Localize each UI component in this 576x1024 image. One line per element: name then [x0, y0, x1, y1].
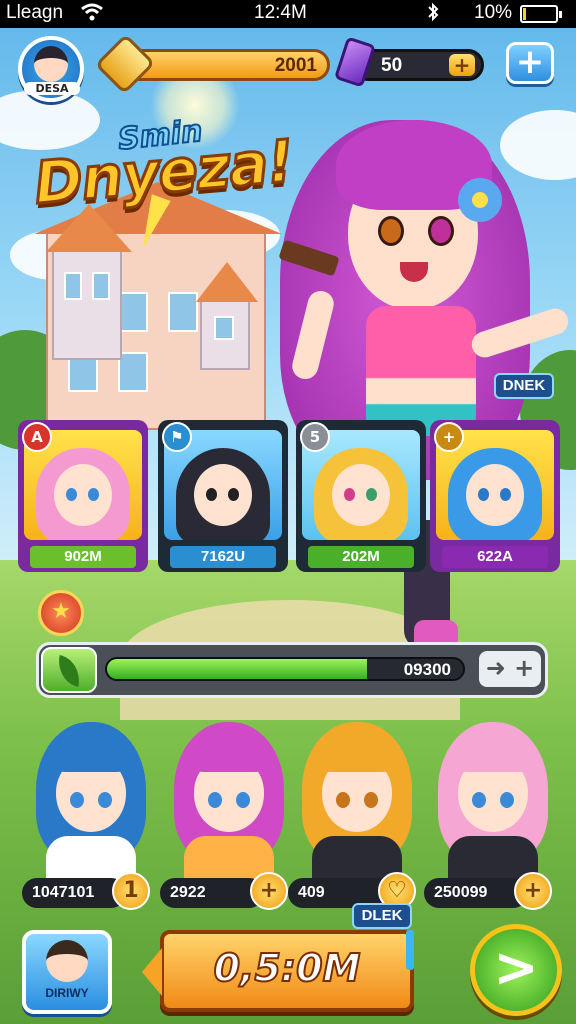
next-button[interactable]: > [470, 924, 562, 1016]
window [118, 292, 148, 332]
hero-tag[interactable]: DNEK [494, 373, 554, 399]
card-value: 7162U [170, 546, 276, 568]
carrier-name: Lleagn [6, 2, 64, 23]
card-value: 902M [30, 546, 136, 568]
character-eye [378, 216, 404, 246]
card-badge: 5 [300, 422, 330, 452]
window [64, 272, 82, 300]
member-value: 2922 [160, 878, 264, 908]
character-card[interactable]: ⚑ 7162U [158, 420, 288, 572]
character-card[interactable]: A 902M [18, 420, 148, 572]
avatar [46, 940, 88, 982]
member-action-button[interactable]: + [514, 872, 552, 910]
character-eye [428, 216, 454, 246]
profile-label: DIRIWY [45, 986, 89, 1000]
progress-value: 09300 [403, 660, 451, 679]
portrait-eye [66, 488, 77, 501]
avatar [34, 46, 68, 82]
portrait-face [466, 464, 524, 526]
timer-indicator [406, 930, 414, 970]
character-outfit [366, 306, 476, 436]
team-member[interactable]: 409 ♡ [288, 712, 424, 910]
member-eye [364, 792, 378, 808]
card-badge: A [22, 422, 52, 452]
team-member[interactable]: 250099 + [424, 712, 560, 910]
team-member[interactable]: 1047101 1 [22, 712, 158, 910]
member-eye [236, 792, 250, 808]
member-bangs [188, 736, 270, 772]
window [118, 352, 148, 392]
portrait-eye [228, 488, 239, 501]
wifi-icon [80, 2, 104, 28]
window [214, 316, 234, 340]
portrait-eye [88, 488, 99, 501]
progress-track: 09300 [105, 657, 465, 681]
avatar-label: DESA [24, 82, 80, 95]
star-icon[interactable]: ★ [38, 590, 84, 636]
portrait-face [54, 464, 112, 526]
add-gems-button[interactable]: + [449, 54, 475, 76]
progress-bar-panel: 09300 ➜ + [36, 642, 548, 698]
character-card[interactable]: + 622A [430, 420, 560, 572]
portrait-eye [206, 488, 217, 501]
portrait-eye [366, 488, 377, 501]
member-eye [208, 792, 222, 808]
profile-button[interactable]: DIRIWY [22, 930, 112, 1014]
progress-fill [107, 659, 367, 679]
window [92, 272, 110, 300]
add-button[interactable]: + [506, 42, 554, 84]
member-action-button[interactable]: + [250, 872, 288, 910]
leaf-icon[interactable] [41, 647, 97, 693]
gold-value: 2001 [274, 55, 317, 76]
battery-percent: 10% [474, 2, 513, 23]
member-value: 250099 [424, 878, 528, 908]
character-card[interactable]: 5 202M [296, 420, 426, 572]
player-avatar-button[interactable]: DESA [18, 36, 84, 102]
member-eye [472, 792, 486, 808]
timer-value: 0,5:0M [213, 945, 362, 991]
portrait-eye [500, 488, 511, 501]
share-add-button[interactable]: ➜ + [479, 651, 541, 687]
gem-value: 50 [381, 55, 403, 76]
flower-icon [458, 178, 502, 222]
member-bangs [50, 736, 132, 772]
battery-icon [520, 5, 562, 23]
battery-fill [523, 8, 527, 20]
bluetooth-icon [426, 2, 440, 28]
status-bar: Lleagn 12:4M 10% [0, 0, 576, 28]
team-member[interactable]: 2922 + [160, 712, 296, 910]
portrait-eye [344, 488, 355, 501]
card-badge: + [434, 422, 464, 452]
portrait-face [332, 464, 390, 526]
portrait-face [194, 464, 252, 526]
card-value: 202M [308, 546, 414, 568]
member-bangs [316, 736, 398, 772]
school-tower [46, 204, 132, 360]
school-tower [196, 262, 258, 370]
member-eye [336, 792, 350, 808]
card-value: 622A [442, 546, 548, 568]
main-character[interactable] [270, 80, 576, 660]
timer-tag[interactable]: DLEK [352, 903, 412, 929]
window [168, 292, 198, 332]
card-badge: ⚑ [162, 422, 192, 452]
member-action-button[interactable]: 1 [112, 872, 150, 910]
timer-button[interactable]: 0,5:0M [142, 930, 414, 1012]
member-value: 1047101 [22, 878, 126, 908]
portrait-eye [478, 488, 489, 501]
member-eye [98, 792, 112, 808]
member-eye [500, 792, 514, 808]
member-eye [70, 792, 84, 808]
member-bangs [452, 736, 534, 772]
clock: 12:4M [254, 2, 307, 23]
